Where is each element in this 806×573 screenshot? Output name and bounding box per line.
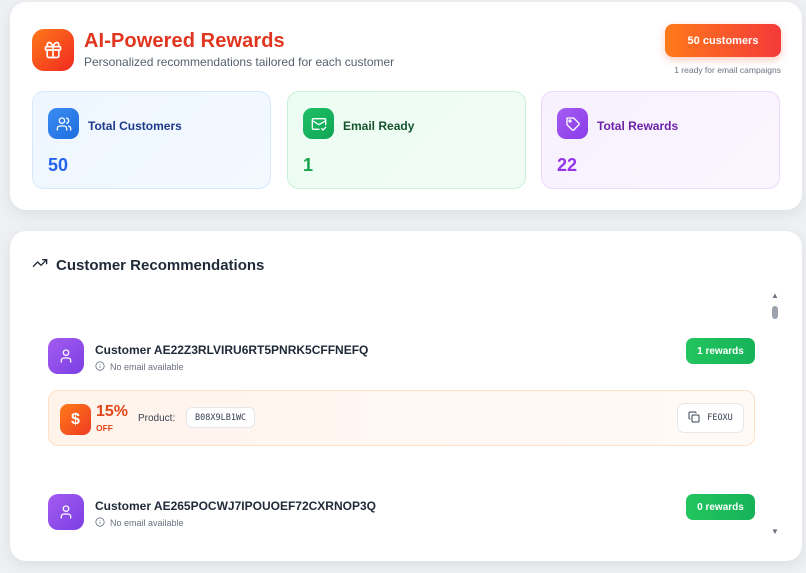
info-icon [95,517,105,529]
discount-off-label: OFF [96,423,113,433]
rewards-count-badge[interactable]: 1 rewards [686,338,755,364]
rewards-count-badge[interactable]: 0 rewards [686,494,755,520]
user-icon [48,494,84,530]
page-subtitle: Personalized recommendations tailored fo… [84,55,395,69]
dollar-icon: $ [60,404,91,435]
recommendations-title: Customer Recommendations [56,257,265,274]
customers-count-badge[interactable]: 50 customers [665,24,781,57]
customer-name: Customer AE265POCWJ7IPOUOEF72CXRNOP3Q [95,499,376,513]
email-status: No email available [95,517,184,529]
stat-email-ready: Email Ready 1 [287,91,526,189]
page-title: AI-Powered Rewards [84,30,285,52]
recommendations-card: Customer Recommendations ▲ ▼ Customer AE… [10,231,802,561]
stat-label: Email Ready [343,119,415,133]
stat-label: Total Customers [88,119,182,133]
stat-total-rewards: Total Rewards 22 [541,91,780,189]
email-status-text: No email available [110,518,184,528]
gift-icon [32,29,74,71]
email-status: No email available [95,361,184,373]
reward-offer-card: $ 15% OFF Product: B08X9LB1WC FEOXU [48,390,755,446]
scroll-up-arrow-icon[interactable]: ▲ [771,292,779,300]
copy-coupon-button[interactable]: FEOXU [677,403,744,433]
customer-row: Customer AE22Z3RLVIRU6RT5PNRK5CFFNEFQ No… [48,338,758,380]
stat-total-customers: Total Customers 50 [32,91,271,189]
customer-row: Customer AE265POCWJ7IPOUOEF72CXRNOP3Q No… [48,494,758,536]
users-icon [48,108,79,139]
email-ready-note: 1 ready for email campaigns [674,65,781,75]
rewards-summary-card: AI-Powered Rewards Personalized recommen… [10,2,802,210]
email-status-text: No email available [110,362,184,372]
scroll-down-arrow-icon[interactable]: ▼ [771,528,779,536]
stat-value: 1 [303,155,314,175]
stat-value: 22 [557,155,578,175]
recommendations-header: Customer Recommendations [32,255,264,276]
product-label: Product: [138,413,176,424]
copy-icon [688,411,700,426]
tag-icon [557,108,588,139]
mail-check-icon [303,108,334,139]
stat-label: Total Rewards [597,119,679,133]
discount-percent: 15% [96,403,129,420]
trending-up-icon [32,255,48,276]
info-icon [95,361,105,373]
coupon-code: FEOXU [707,413,733,423]
stat-value: 50 [48,155,69,175]
product-code: B08X9LB1WC [186,407,256,428]
scrollbar-thumb[interactable] [772,306,778,319]
customer-name: Customer AE22Z3RLVIRU6RT5PNRK5CFFNEFQ [95,343,369,357]
user-icon [48,338,84,374]
